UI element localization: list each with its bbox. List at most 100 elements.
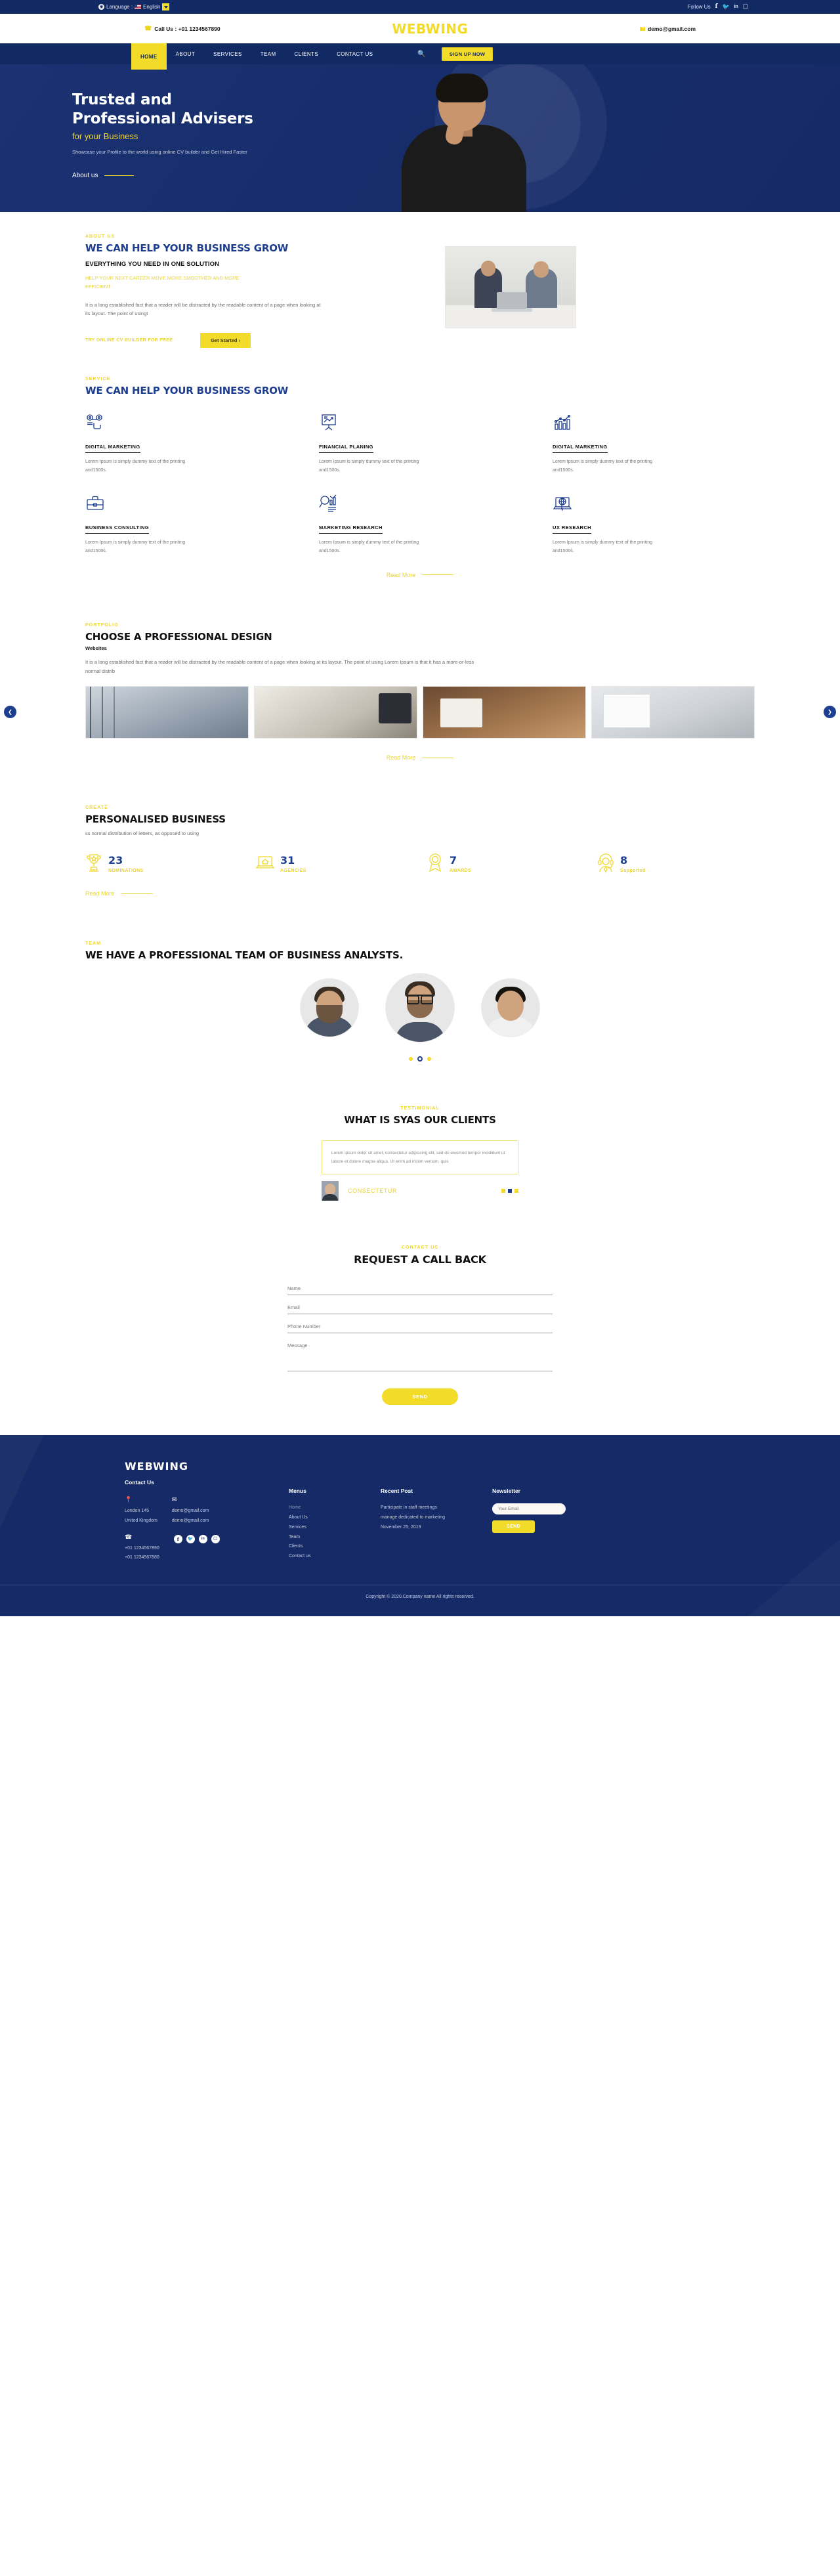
indicator-square-active[interactable] xyxy=(508,1189,512,1193)
stat-value: 7 xyxy=(450,854,457,867)
service-title: UX RESEARCH xyxy=(553,525,591,534)
hero-banner: Trusted and Professional Advisers for yo… xyxy=(0,64,840,212)
service-desc: Lorem Ipsum is simply dummy text of the … xyxy=(319,540,419,554)
footer-menus-column: Menus Home About Us Services Team Client… xyxy=(289,1460,381,1562)
indicator-square[interactable] xyxy=(514,1189,518,1193)
portfolio-next-button[interactable]: ❯ xyxy=(824,706,836,719)
email-field-group[interactable]: Email xyxy=(287,1304,553,1315)
footer-link-services[interactable]: Services xyxy=(289,1523,381,1533)
service-card[interactable]: UX RESEARCH Lorem Ipsum is simply dummy … xyxy=(553,494,684,555)
indicator-square[interactable] xyxy=(501,1189,505,1193)
service-card[interactable]: DIGITAL MARKETING Lorem Ipsum is simply … xyxy=(553,414,684,475)
footer-link-contact-us[interactable]: Contact us xyxy=(289,1552,381,1562)
portfolio-image-3[interactable] xyxy=(423,686,586,739)
team-member-3[interactable] xyxy=(481,978,540,1038)
services-section: SERVICE WE CAN HELP YOUR BUSINESS GROW D… xyxy=(0,370,840,600)
envelope-icon: ✉ xyxy=(171,1496,177,1503)
footer-phone-1[interactable]: +01 1234567890 xyxy=(125,1545,159,1553)
team-member-1[interactable] xyxy=(300,978,359,1038)
info-bar: ☎ Call Us : +01 1234567890 WEBWING demo@… xyxy=(0,14,840,43)
nav-item-home[interactable]: HOME xyxy=(131,43,167,70)
carousel-dot[interactable] xyxy=(409,1057,413,1062)
testimonial-eyebrow: TESTIMONIAL xyxy=(400,1106,440,1111)
testimonial-card: Lorem ipsum dolor sit amet, consectetur … xyxy=(322,1140,518,1175)
nav-item-services[interactable]: SERVICES xyxy=(204,43,251,64)
footer-logo: WEBWING xyxy=(125,1460,189,1473)
linkedin-icon[interactable]: in xyxy=(198,1534,207,1543)
stats-read-more-label: Read More xyxy=(85,890,115,897)
stat-label: AWARDS xyxy=(450,869,472,874)
footer-address-line1: London 145 xyxy=(125,1509,149,1514)
footer-newsletter-heading: Newsletter xyxy=(492,1488,520,1495)
call-us-block[interactable]: ☎ Call Us : +01 1234567890 xyxy=(144,25,220,32)
team-member-2[interactable] xyxy=(385,973,455,1043)
portfolio-heading: CHOOSE A PROFESSIONAL DESIGN xyxy=(85,630,272,643)
message-label: Message xyxy=(287,1342,308,1349)
sign-up-button[interactable]: SIGN UP NOW xyxy=(441,47,494,61)
email-block[interactable]: demo@gmail.com xyxy=(640,26,696,32)
about-section: ABOUT US WE CAN HELP YOUR BUSINESS GROW … xyxy=(0,212,840,370)
facebook-icon[interactable]: f xyxy=(173,1534,182,1543)
chevron-down-icon[interactable] xyxy=(162,3,170,11)
twitter-icon[interactable]: 🐦 xyxy=(722,4,729,10)
portfolio-read-more[interactable]: Read More xyxy=(72,754,768,761)
name-field-group[interactable]: Name xyxy=(287,1285,553,1296)
portfolio-image-1[interactable] xyxy=(85,686,249,739)
portfolio-prev-button[interactable]: ❮ xyxy=(4,706,16,719)
footer-link-about-us[interactable]: About Us xyxy=(289,1513,381,1523)
language-selector[interactable]: ◉ Language : English xyxy=(98,3,170,11)
portfolio-read-more-label: Read More xyxy=(386,754,416,762)
testimonial-section: TESTIMONIAL WHAT IS SYAS OUR CLIENTS Lor… xyxy=(0,1084,840,1223)
facebook-icon[interactable]: f xyxy=(715,4,718,10)
footer-link-clients[interactable]: Clients xyxy=(289,1542,381,1552)
instagram-icon[interactable]: ☐ xyxy=(211,1534,220,1543)
site-logo[interactable]: WEBWING xyxy=(392,21,468,37)
service-card[interactable]: DIGITAL MARKETING Lorem Ipsum is simply … xyxy=(85,414,217,475)
about-highlight: HELP YOUR NEXT CAREER MOVE MORE SMOOTHER… xyxy=(85,275,240,290)
message-field-group[interactable]: Message xyxy=(287,1342,553,1372)
services-eyebrow: SERVICE xyxy=(85,377,111,382)
newsletter-send-button[interactable]: SEND xyxy=(492,1520,536,1534)
globe-icon: ◉ xyxy=(98,4,104,10)
about-subheading: EVERYTHING YOU NEED IN ONE SOLUTION xyxy=(85,261,220,268)
footer-phone-2[interactable]: +01 1234567880 xyxy=(125,1554,159,1562)
nav-item-clients[interactable]: CLIENTS xyxy=(285,43,328,64)
portfolio-image-4[interactable] xyxy=(591,686,755,739)
nav-item-team[interactable]: TEAM xyxy=(251,43,285,64)
nav-item-about[interactable]: ABOUT xyxy=(167,43,205,64)
about-heading: WE CAN HELP YOUR BUSINESS GROW xyxy=(85,242,289,254)
portfolio-body: It is a long established fact that a rea… xyxy=(85,658,474,674)
linkedin-icon[interactable]: in xyxy=(734,5,738,9)
nav-item-contact-us[interactable]: CONTACT US xyxy=(327,43,382,64)
services-read-more[interactable]: Read More xyxy=(72,572,768,578)
footer-email-2[interactable]: demo@gmail.com xyxy=(172,1517,209,1526)
footer-link-home[interactable]: Home xyxy=(289,1503,381,1513)
phone-field-group[interactable]: Phone Number xyxy=(287,1323,553,1334)
top-bar: ◉ Language : English Follow Us f 🐦 in ☐ xyxy=(0,0,840,14)
service-card[interactable]: FINANCIAL PLANING Lorem Ipsum is simply … xyxy=(319,414,450,475)
footer-email-1[interactable]: demo@gmail.com xyxy=(172,1507,209,1516)
newsletter-email-input[interactable] xyxy=(492,1503,566,1515)
us-flag-icon xyxy=(135,5,142,9)
award-ribbon-icon xyxy=(427,853,444,876)
service-card[interactable]: BUSINESS CONSULTING Lorem Ipsum is simpl… xyxy=(85,494,217,555)
footer-link-team[interactable]: Team xyxy=(289,1533,381,1543)
carousel-dot[interactable] xyxy=(427,1057,431,1062)
instagram-icon[interactable]: ☐ xyxy=(743,4,748,10)
stats-read-more[interactable]: Read More xyxy=(72,890,768,897)
twitter-icon[interactable]: 🐦 xyxy=(186,1534,195,1543)
service-card[interactable]: MARKETING RESEARCH Lorem Ipsum is simply… xyxy=(319,494,450,555)
get-started-button[interactable]: Get Started › xyxy=(200,333,251,349)
carousel-dot-active[interactable] xyxy=(417,1056,423,1062)
hero-about-link[interactable]: About us xyxy=(72,172,768,179)
service-title: FINANCIAL PLANING xyxy=(319,444,373,454)
about-body: It is a long established fact that a rea… xyxy=(85,301,321,317)
search-icon[interactable]: 🔍 xyxy=(417,51,425,58)
contact-send-button[interactable]: SEND xyxy=(382,1388,458,1406)
portfolio-image-2[interactable] xyxy=(254,686,417,739)
service-desc: Lorem Ipsum is simply dummy text of the … xyxy=(319,460,419,473)
briefcase-icon xyxy=(85,494,217,514)
cv-builder-link[interactable]: TRY ONLINE CV BUILDER FOR FREE xyxy=(85,338,173,343)
hero-title: Trusted and Professional Advisers xyxy=(72,91,768,129)
about-image xyxy=(445,246,576,328)
